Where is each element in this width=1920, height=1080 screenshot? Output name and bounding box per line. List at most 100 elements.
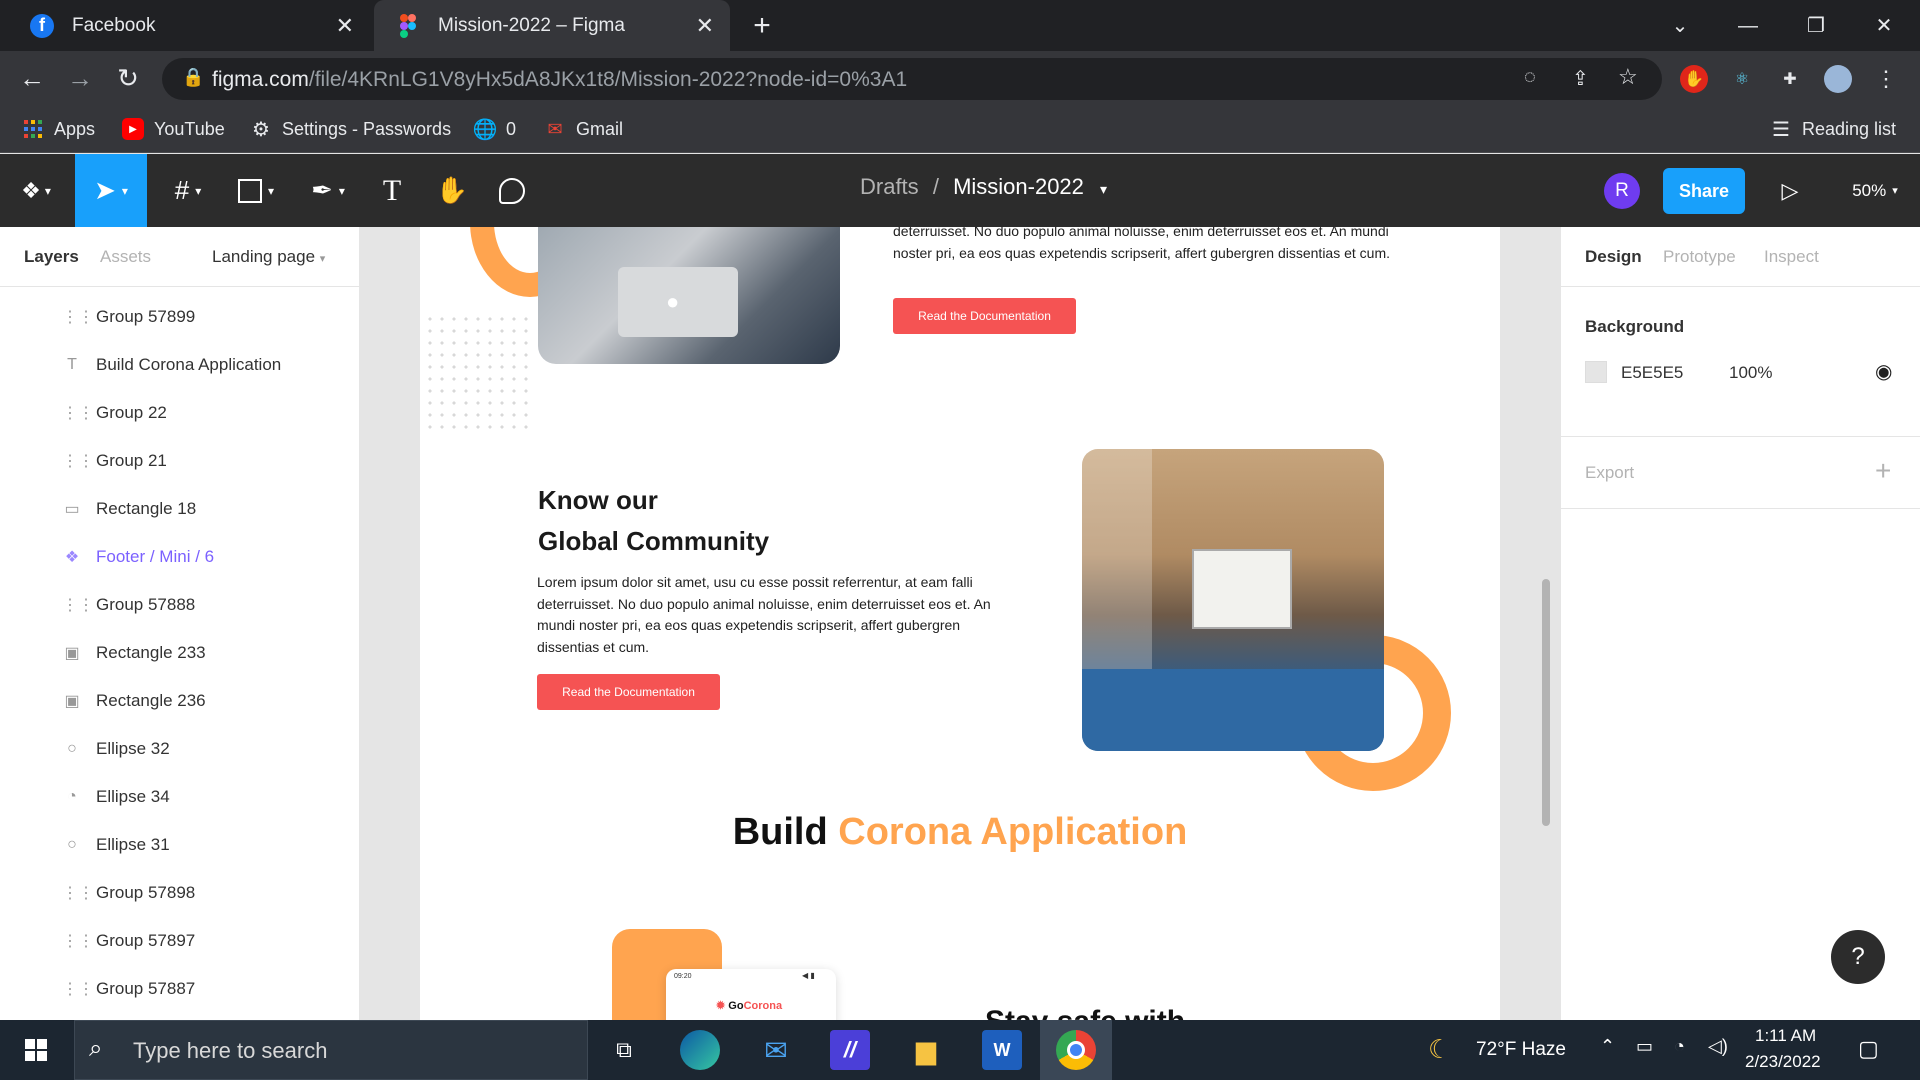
color-swatch[interactable] — [1585, 361, 1607, 383]
tab-facebook[interactable]: f Facebook ✕ — [8, 0, 370, 51]
layer-row[interactable]: ▭ Rectangle 18 — [0, 485, 359, 533]
text-tool-button[interactable]: T — [372, 154, 412, 227]
partial-heading: Stay safe with — [985, 1005, 1185, 1020]
user-avatar[interactable]: R — [1604, 173, 1640, 209]
landing-page-frame[interactable]: ● deterruisset. No duo populo animal nol… — [420, 227, 1500, 1020]
hand-icon: ✋ — [435, 175, 469, 205]
minimize-button[interactable]: — — [1728, 8, 1768, 44]
tab-search-icon[interactable]: ⌄ — [1660, 8, 1700, 44]
edge-icon[interactable] — [680, 1030, 720, 1070]
chrome-taskbar-button[interactable] — [1040, 1020, 1112, 1080]
power-automate-icon[interactable]: // — [830, 1030, 870, 1070]
profile-avatar[interactable] — [1824, 65, 1852, 93]
extensions-puzzle-icon[interactable]: ✚ — [1776, 65, 1804, 93]
extension-stop-icon[interactable]: ✋ — [1680, 65, 1708, 93]
restore-button[interactable]: ❐ — [1796, 8, 1836, 44]
shape-tool-button[interactable]: ▾ — [228, 154, 284, 227]
file-explorer-icon[interactable]: ▆ — [906, 1030, 946, 1070]
layer-row[interactable]: ⋮⋮ Group 57888 — [0, 581, 359, 629]
layer-row[interactable]: ❖ Footer / Mini / 6 — [0, 533, 359, 581]
tab-design[interactable]: Design — [1585, 247, 1642, 267]
layer-row[interactable]: T Build Corona Application — [0, 341, 359, 389]
hand-tool-button[interactable]: ✋ — [432, 154, 472, 227]
share-button[interactable]: Share — [1663, 168, 1745, 214]
layer-row[interactable]: ▣ Rectangle 236 — [0, 677, 359, 725]
layer-row[interactable]: ○ Ellipse 31 — [0, 821, 359, 869]
browser-toolbar: ← → ↻ 🔒 figma.com/file/4KRnLG1V8yHx5dA8J… — [0, 51, 1920, 106]
chrome-menu-icon[interactable]: ⋮ — [1872, 65, 1900, 93]
reading-list-button[interactable]: ☰ Reading list — [1770, 114, 1896, 144]
layer-row[interactable]: ⋮⋮ Group 21 — [0, 437, 359, 485]
tab-assets[interactable]: Assets — [100, 247, 151, 267]
layer-row[interactable]: ⋮⋮ Group 57887 — [0, 965, 359, 1013]
page-selector[interactable]: Landing page ▾ — [212, 247, 325, 267]
tab-figma[interactable]: Mission-2022 – Figma ✕ — [374, 0, 730, 51]
present-button[interactable]: ▷ — [1770, 154, 1810, 227]
layer-row[interactable]: ◔ Ellipse 34 — [0, 773, 359, 821]
move-tool-button[interactable]: ➤ ▾ — [75, 154, 147, 227]
new-tab-button[interactable]: + — [744, 8, 780, 44]
breadcrumb-drafts[interactable]: Drafts — [860, 174, 919, 199]
layer-row[interactable]: ⋮⋮ Group 57899 — [0, 293, 359, 341]
task-view-icon[interactable]: ⧉ — [604, 1030, 644, 1070]
figma-canvas[interactable]: ● deterruisset. No duo populo animal nol… — [360, 227, 1560, 1020]
background-opacity[interactable]: 100% — [1729, 363, 1772, 383]
tab-prototype[interactable]: Prototype — [1663, 247, 1736, 267]
chevron-down-icon[interactable]: ▾ — [1100, 181, 1107, 197]
weather-text[interactable]: 72°F Haze — [1476, 1039, 1566, 1061]
bookmark-apps[interactable]: Apps — [22, 114, 95, 144]
pen-tool-button[interactable]: ✒ ▾ — [300, 154, 356, 227]
layer-row[interactable]: ⋮⋮ Group 57897 — [0, 917, 359, 965]
share-icon[interactable]: ⇪ — [1572, 66, 1589, 91]
reload-button[interactable]: ↻ — [110, 61, 146, 97]
layer-row[interactable]: ⋮⋮ Group 22 — [0, 389, 359, 437]
layer-row[interactable]: ▣ Rectangle 233 — [0, 629, 359, 677]
background-hex[interactable]: E5E5E5 — [1621, 363, 1683, 383]
bookmark-gmail[interactable]: ✉ Gmail — [544, 114, 623, 144]
tab-inspect[interactable]: Inspect — [1764, 247, 1819, 267]
taskbar-search-box[interactable]: ⌕ Type here to search — [74, 1020, 588, 1080]
clock-time[interactable]: 1:11 AM — [1755, 1026, 1816, 1046]
file-name[interactable]: Mission-2022 — [953, 174, 1084, 199]
close-window-button[interactable]: ✕ — [1864, 8, 1904, 44]
clock-date[interactable]: 2/23/2022 — [1745, 1052, 1821, 1072]
eye-slash-icon[interactable]: ◌ — [1524, 66, 1536, 89]
read-documentation-button[interactable]: Read the Documentation — [537, 674, 720, 710]
address-bar[interactable]: 🔒 figma.com/file/4KRnLG1V8yHx5dA8JKx1t8/… — [162, 58, 1662, 100]
close-tab-icon[interactable]: ✕ — [336, 13, 354, 39]
wifi-icon[interactable]: ◔ — [1674, 1036, 1685, 1057]
react-devtools-icon[interactable]: ⚛ — [1728, 65, 1756, 93]
bookmark-settings-passwords[interactable]: ⚙ Settings - Passwords — [250, 114, 451, 144]
eye-icon[interactable]: ◉ — [1875, 359, 1892, 384]
forward-button[interactable]: → — [62, 61, 98, 97]
lock-icon: 🔒 — [182, 67, 205, 87]
battery-icon[interactable]: ▭ — [1636, 1036, 1653, 1057]
add-export-icon[interactable]: + — [1875, 455, 1891, 487]
help-button[interactable]: ? — [1831, 930, 1885, 984]
windows-logo-icon — [25, 1039, 47, 1061]
volume-icon[interactable]: ◁) — [1708, 1036, 1728, 1057]
back-button[interactable]: ← — [14, 61, 50, 97]
frame-tool-button[interactable]: # ▾ — [160, 154, 216, 227]
word-icon[interactable]: W — [982, 1030, 1022, 1070]
canvas-scrollbar[interactable] — [1542, 579, 1550, 826]
layer-row[interactable]: ⋮⋮ Group 57898 — [0, 869, 359, 917]
notifications-icon[interactable]: ▢ — [1858, 1036, 1879, 1062]
layer-row[interactable]: ○ Ellipse 32 — [0, 725, 359, 773]
mail-icon[interactable]: ✉ — [756, 1030, 796, 1070]
bookmark-youtube[interactable]: ▶ YouTube — [122, 114, 225, 144]
comment-tool-button[interactable] — [492, 154, 532, 227]
star-icon[interactable]: ☆ — [1618, 64, 1638, 90]
close-tab-icon[interactable]: ✕ — [696, 13, 714, 39]
layer-name: Group 57888 — [96, 595, 196, 614]
apps-grid-icon — [22, 118, 44, 140]
main-menu-button[interactable]: ❖ ▾ — [10, 154, 62, 227]
build-accent: Corona Application — [838, 811, 1188, 853]
zoom-dropdown[interactable]: 50% ▾ — [1840, 154, 1910, 227]
windows-start-button[interactable] — [16, 1030, 56, 1070]
bookmark-globe[interactable]: 🌐 0 — [472, 114, 516, 144]
chevron-up-icon[interactable]: ⌃ — [1600, 1036, 1615, 1057]
tab-layers[interactable]: Layers — [24, 247, 79, 267]
globe-icon: 🌐 — [472, 118, 498, 141]
read-documentation-button[interactable]: Read the Documentation — [893, 298, 1076, 334]
